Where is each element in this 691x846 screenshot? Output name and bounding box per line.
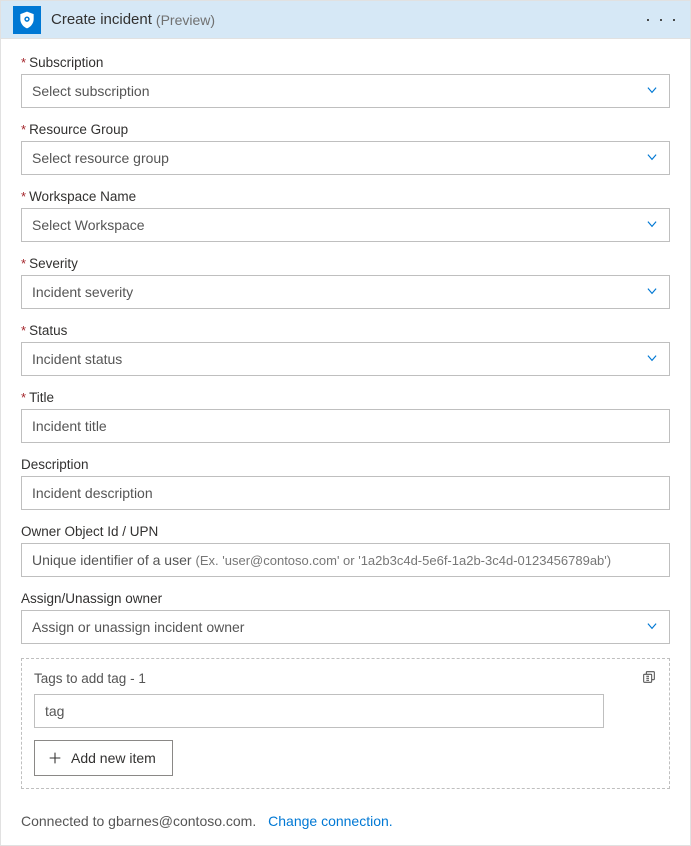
chevron-down-icon <box>645 217 659 234</box>
required-asterisk: * <box>21 323 26 338</box>
assign-owner-dropdown[interactable]: Assign or unassign incident owner <box>21 610 670 644</box>
field-title: *Title Incident title <box>21 390 670 443</box>
header-preview-badge: (Preview) <box>156 12 215 28</box>
title-placeholder: Incident title <box>32 418 107 434</box>
form-body: *Subscription Select subscription *Resou… <box>1 39 690 801</box>
label-workspace-name: Workspace Name <box>29 189 136 204</box>
label-assign-owner: Assign/Unassign owner <box>21 591 162 606</box>
add-new-item-label: Add new item <box>71 750 156 766</box>
owner-id-input[interactable]: Unique identifier of a user (Ex. 'user@c… <box>21 543 670 577</box>
label-owner-id: Owner Object Id / UPN <box>21 524 158 539</box>
title-input[interactable]: Incident title <box>21 409 670 443</box>
status-dropdown[interactable]: Incident status <box>21 342 670 376</box>
required-asterisk: * <box>21 122 26 137</box>
chevron-down-icon <box>645 284 659 301</box>
card-header: Create incident (Preview) · · · <box>1 1 690 39</box>
field-severity: *Severity Incident severity <box>21 256 670 309</box>
field-description: Description Incident description <box>21 457 670 510</box>
subscription-dropdown[interactable]: Select subscription <box>21 74 670 108</box>
tags-label: Tags to add tag - 1 <box>34 671 146 686</box>
chevron-down-icon <box>645 351 659 368</box>
tags-section: Tags to add tag - 1 tag Add new item <box>21 658 670 789</box>
field-workspace-name: *Workspace Name Select Workspace <box>21 189 670 242</box>
field-resource-group: *Resource Group Select resource group <box>21 122 670 175</box>
field-assign-owner: Assign/Unassign owner Assign or unassign… <box>21 591 670 644</box>
status-placeholder: Incident status <box>32 351 122 367</box>
header-title: Create incident <box>51 11 152 28</box>
change-connection-link[interactable]: Change connection. <box>268 813 393 829</box>
subscription-placeholder: Select subscription <box>32 83 150 99</box>
label-title: Title <box>29 390 54 405</box>
sentinel-icon <box>13 6 41 34</box>
connected-text: Connected to gbarnes@contoso.com. <box>21 813 256 829</box>
assign-owner-placeholder: Assign or unassign incident owner <box>32 619 244 635</box>
severity-placeholder: Incident severity <box>32 284 133 300</box>
required-asterisk: * <box>21 55 26 70</box>
connection-footer: Connected to gbarnes@contoso.com. Change… <box>1 801 690 845</box>
tag-value: tag <box>45 703 64 719</box>
label-subscription: Subscription <box>29 55 103 70</box>
required-asterisk: * <box>21 189 26 204</box>
tag-input[interactable]: tag <box>34 694 604 728</box>
label-resource-group: Resource Group <box>29 122 128 137</box>
workspace-name-placeholder: Select Workspace <box>32 217 145 233</box>
field-owner-id: Owner Object Id / UPN Unique identifier … <box>21 524 670 577</box>
add-new-item-button[interactable]: Add new item <box>34 740 173 776</box>
owner-id-placeholder: Unique identifier of a user <box>32 552 192 568</box>
label-status: Status <box>29 323 67 338</box>
description-placeholder: Incident description <box>32 485 153 501</box>
owner-id-hint: (Ex. 'user@contoso.com' or '1a2b3c4d-5e6… <box>196 553 612 568</box>
description-input[interactable]: Incident description <box>21 476 670 510</box>
dynamic-content-icon[interactable] <box>641 669 657 688</box>
resource-group-placeholder: Select resource group <box>32 150 169 166</box>
resource-group-dropdown[interactable]: Select resource group <box>21 141 670 175</box>
required-asterisk: * <box>21 256 26 271</box>
chevron-down-icon <box>645 619 659 636</box>
label-description: Description <box>21 457 89 472</box>
field-status: *Status Incident status <box>21 323 670 376</box>
plus-icon <box>47 750 63 766</box>
workspace-name-dropdown[interactable]: Select Workspace <box>21 208 670 242</box>
chevron-down-icon <box>645 150 659 167</box>
label-severity: Severity <box>29 256 78 271</box>
required-asterisk: * <box>21 390 26 405</box>
chevron-down-icon <box>645 83 659 100</box>
severity-dropdown[interactable]: Incident severity <box>21 275 670 309</box>
header-more-button[interactable]: · · · <box>645 9 678 30</box>
field-subscription: *Subscription Select subscription <box>21 55 670 108</box>
